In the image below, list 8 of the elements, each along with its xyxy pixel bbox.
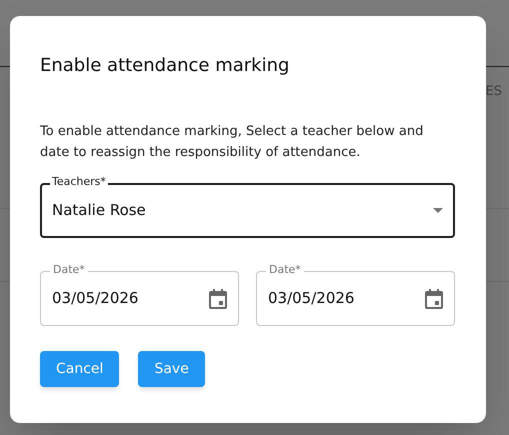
- field-value: 03/05/2026: [268, 288, 354, 310]
- calendar-icon[interactable]: [209, 288, 227, 308]
- field-value: 03/05/2026: [52, 288, 138, 310]
- dialog-title: Enable attendance marking: [40, 54, 290, 78]
- calendar-icon[interactable]: [425, 288, 443, 308]
- dropdown-caret-icon: [433, 208, 443, 213]
- description-text: To enable attendance marking, Select a teacher below and date to reassign the responsibility of attendance.: [40, 123, 424, 162]
- field-value: Natalie Rose: [52, 200, 146, 222]
